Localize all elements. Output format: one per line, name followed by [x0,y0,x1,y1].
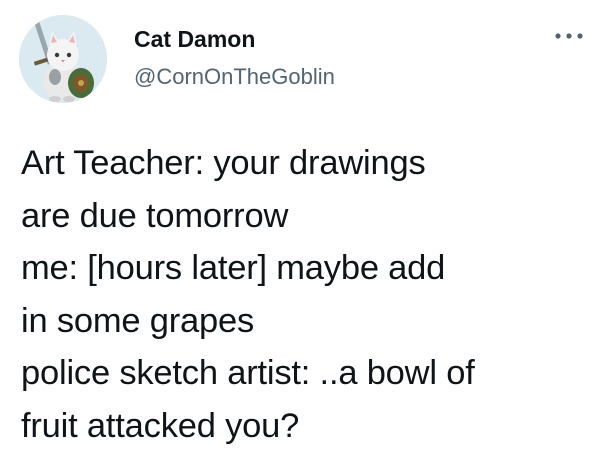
tweet-line: police sketch artist: ..a bowl of [21,354,475,392]
tweet-line: Art Teacher: your drawings [21,144,426,182]
tweet-card: Cat Damon @CornOnTheGoblin Art Teacher: … [0,0,599,467]
author-display-name[interactable]: Cat Damon [134,24,255,54]
tweet-line: fruit attacked you? [21,406,300,445]
tweet-line: are due tomorrow [21,196,289,235]
cat-knight-avatar-icon [19,15,107,103]
tweet-line: in some grapes [21,301,255,340]
avatar[interactable] [19,15,107,103]
author-handle[interactable]: @CornOnTheGoblin [134,62,335,92]
more-options-button[interactable] [551,26,587,46]
tweet-text: Art Teacher: your drawings are due tomor… [21,137,591,452]
more-horizontal-icon [555,33,583,39]
tweet-line: me: [hours later] maybe add [21,249,446,287]
